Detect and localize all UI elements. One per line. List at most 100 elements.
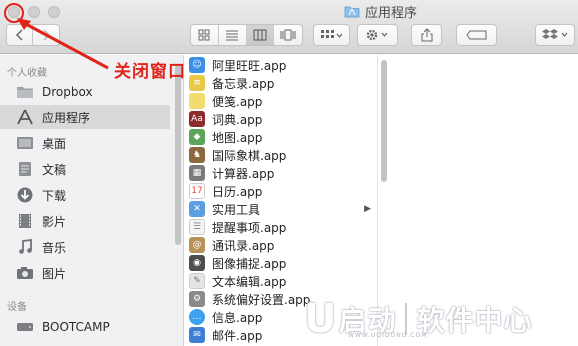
tags-button[interactable] <box>456 24 497 46</box>
sidebar-item-bootcamp[interactable]: BOOTCAMP <box>0 315 170 339</box>
drive-icon <box>16 318 34 336</box>
file-name: 便笺.app <box>212 94 263 109</box>
watermark-url: WWW.UQIDONG.COM <box>348 332 428 339</box>
mail-app-icon: ✉ <box>189 327 205 343</box>
notes-app-icon: ≡ <box>189 75 205 91</box>
watermark-logo: U <box>304 296 337 342</box>
file-name: 词典.app <box>212 112 263 127</box>
folder-icon <box>344 6 360 17</box>
document-icon <box>16 160 34 178</box>
reminders-app-icon: ☰ <box>189 219 205 235</box>
sidebar-scrollbar[interactable] <box>175 65 181 245</box>
contacts-app-icon: @ <box>189 237 205 253</box>
image-capture-app-icon: ◉ <box>189 255 205 271</box>
sidebar-item-music[interactable]: 音乐 <box>0 235 170 259</box>
sidebar-item-label: BOOTCAMP <box>42 320 110 334</box>
pictures-icon <box>16 264 34 282</box>
list-icon <box>226 30 239 41</box>
list-item[interactable]: 便笺.app <box>189 92 375 110</box>
file-name: 日历.app <box>212 184 263 199</box>
coverflow-icon <box>280 29 296 41</box>
file-list-scrollbar[interactable] <box>381 60 387 182</box>
list-item[interactable]: ☰ 提醒事项.app <box>189 218 375 236</box>
file-name: 提醒事项.app <box>212 220 287 235</box>
list-item[interactable]: ☺ 阿里旺旺.app <box>189 56 375 74</box>
sidebar-item-label: 桌面 <box>42 136 67 151</box>
list-item[interactable]: ✎ 文本编辑.app <box>189 272 375 290</box>
watermark-separator <box>404 303 407 335</box>
annotation-arrow <box>4 3 109 70</box>
messages-app-icon: … <box>189 309 205 325</box>
file-name: 邮件.app <box>212 328 263 343</box>
arrange-icon <box>320 30 342 38</box>
disclosure-arrow-icon: ▶ <box>364 204 371 214</box>
sidebar-item-movies[interactable]: 影片 <box>0 209 170 233</box>
columns-icon <box>253 29 267 41</box>
list-item[interactable]: Aa 词典.app <box>189 110 375 128</box>
file-name: 文本编辑.app <box>212 274 287 289</box>
view-switcher <box>190 24 303 46</box>
sidebar-item-label: 影片 <box>42 214 67 229</box>
sidebar-section-devices: 设备 <box>7 302 27 313</box>
file-name: 通讯录.app <box>212 238 275 253</box>
file-name: 备忘录.app <box>212 76 275 91</box>
sidebar-item-dropbox[interactable]: Dropbox <box>0 80 170 104</box>
file-name: 阿里旺旺.app <box>212 58 287 73</box>
system-preferences-app-icon: ⚙ <box>189 291 205 307</box>
file-name: 实用工具 <box>212 202 261 217</box>
watermark: U 启动 软件中心 WWW.UQIDONG.COM <box>304 295 576 343</box>
action-button[interactable] <box>357 24 398 46</box>
chess-app-icon: ♞ <box>189 147 205 163</box>
list-item[interactable]: 17 日历.app <box>189 182 375 200</box>
stickies-app-icon <box>189 93 205 109</box>
music-icon <box>16 238 34 256</box>
sidebar-item-label: 文稿 <box>42 162 67 177</box>
window-title-label: 应用程序 <box>365 5 418 21</box>
list-item[interactable]: ≡ 备忘录.app <box>189 74 375 92</box>
file-name: 信息.app <box>212 310 263 325</box>
gear-icon <box>366 29 387 41</box>
calendar-app-icon: 17 <box>189 183 205 199</box>
list-item[interactable]: ◉ 图像捕捉.app <box>189 254 375 272</box>
aliwangwang-app-icon: ☺ <box>189 57 205 73</box>
watermark-slogan: 软件中心 <box>416 304 533 337</box>
sidebar: 个人收藏 Dropbox 应用程序 桌面 文稿 下载 影片 音乐 图片 设备 B… <box>0 55 184 346</box>
sidebar-item-downloads[interactable]: 下载 <box>0 183 170 207</box>
list-item[interactable]: @ 通讯录.app <box>189 236 375 254</box>
list-item[interactable]: ◆ 地图.app <box>189 128 375 146</box>
utilities-folder-icon: ✕ <box>189 201 205 217</box>
tag-icon <box>465 30 486 40</box>
coverflow-view-button[interactable] <box>274 25 302 45</box>
grid-icon <box>198 29 210 41</box>
sidebar-item-documents[interactable]: 文稿 <box>0 157 170 181</box>
sidebar-item-desktop[interactable]: 桌面 <box>0 131 170 155</box>
file-name: 地图.app <box>212 130 263 145</box>
list-item[interactable]: ▦ 计算器.app <box>189 164 375 182</box>
file-name: 计算器.app <box>212 166 275 181</box>
file-name: 国际象棋.app <box>212 148 287 163</box>
arrange-button[interactable] <box>313 24 350 46</box>
file-name: 图像捕捉.app <box>212 256 287 271</box>
maps-app-icon: ◆ <box>189 129 205 145</box>
annotation-label: 关闭窗口 <box>114 62 186 82</box>
dictionary-app-icon: Aa <box>189 111 205 127</box>
applications-icon <box>16 108 34 126</box>
share-button[interactable] <box>411 24 442 46</box>
column-view-button[interactable] <box>246 25 275 45</box>
download-icon <box>16 186 34 204</box>
sidebar-item-label: 下载 <box>42 188 67 203</box>
file-name: 系统偏好设置.app <box>212 292 311 307</box>
dropbox-icon <box>542 29 568 39</box>
window-title: 应用程序 <box>344 3 418 21</box>
share-icon <box>421 28 432 42</box>
sidebar-item-label: 图片 <box>42 266 67 281</box>
dropbox-button[interactable] <box>535 24 575 46</box>
list-item[interactable]: ♞ 国际象棋.app <box>189 146 375 164</box>
sidebar-item-pictures[interactable]: 图片 <box>0 261 170 285</box>
list-view-button[interactable] <box>219 25 247 45</box>
folder-icon <box>16 83 34 101</box>
icon-view-button[interactable] <box>191 25 219 45</box>
movies-icon <box>16 212 34 230</box>
list-item[interactable]: ✕ 实用工具 ▶ <box>189 200 375 218</box>
sidebar-item-applications[interactable]: 应用程序 <box>0 105 170 129</box>
